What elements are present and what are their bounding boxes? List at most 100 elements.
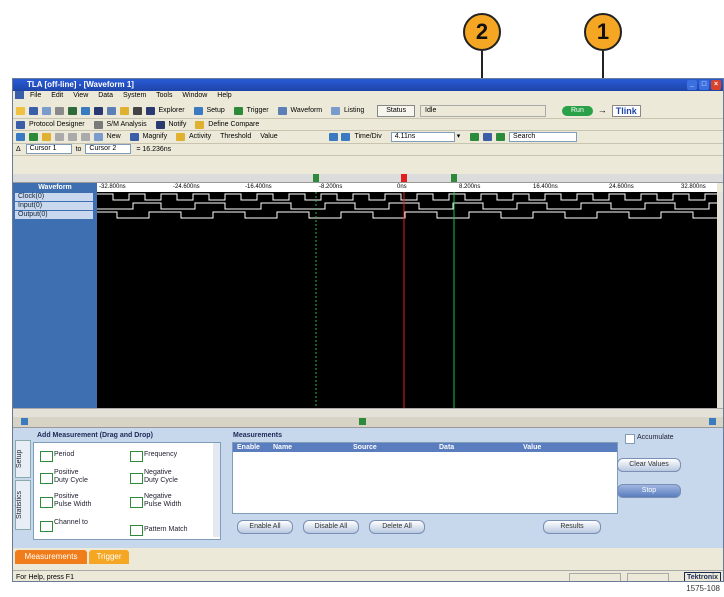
setup-icon[interactable] bbox=[193, 107, 203, 116]
system-icon[interactable] bbox=[41, 107, 51, 116]
copy-icon[interactable] bbox=[67, 132, 77, 141]
trigger-icon[interactable] bbox=[233, 107, 243, 116]
zoom-icon[interactable] bbox=[132, 107, 142, 116]
menu-edit[interactable]: Edit bbox=[51, 92, 63, 99]
activity-button[interactable]: Activity bbox=[189, 131, 211, 142]
waveform-plot[interactable] bbox=[97, 192, 717, 408]
measure-negative-pulse-width[interactable]: Negative Pulse Width bbox=[144, 493, 181, 509]
tab-statistics[interactable]: Statistics bbox=[15, 480, 31, 530]
menu-help[interactable]: Help bbox=[217, 92, 231, 99]
save-icon[interactable] bbox=[28, 107, 38, 116]
cursor-right-marker[interactable] bbox=[709, 418, 716, 425]
threshold-button[interactable]: Threshold bbox=[220, 131, 251, 142]
add-waveform-icon[interactable] bbox=[16, 132, 25, 141]
binoculars-icon[interactable] bbox=[483, 132, 493, 141]
cursor-1-select[interactable]: Cursor 1 bbox=[25, 144, 72, 155]
search-next-icon[interactable] bbox=[496, 132, 506, 141]
cursor-center-marker[interactable] bbox=[359, 418, 366, 425]
listing-icon[interactable] bbox=[331, 107, 341, 116]
explorer-button[interactable]: Explorer bbox=[158, 103, 184, 119]
zoom-out-icon[interactable] bbox=[341, 132, 351, 141]
delete-all-button[interactable]: Delete All bbox=[369, 520, 425, 534]
time-div-dropdown-icon[interactable]: ▾ bbox=[457, 133, 461, 140]
measure-frequency[interactable]: Frequency bbox=[144, 451, 177, 459]
magnify-icon[interactable] bbox=[129, 132, 139, 141]
sm-analysis-button[interactable]: S/M Analysis bbox=[107, 119, 147, 130]
trigger-button[interactable]: Trigger bbox=[247, 103, 269, 119]
menu-data[interactable]: Data bbox=[98, 92, 113, 99]
zoom-in-icon[interactable] bbox=[328, 132, 338, 141]
new-icon[interactable] bbox=[93, 132, 103, 141]
paste-icon[interactable] bbox=[80, 132, 90, 141]
search-prev-icon[interactable] bbox=[470, 132, 480, 141]
stop-button[interactable]: Stop bbox=[617, 484, 681, 498]
search-field[interactable]: Search bbox=[509, 131, 578, 142]
maximize-button[interactable]: □ bbox=[699, 80, 709, 90]
setup-button[interactable]: Setup bbox=[206, 103, 224, 119]
measure-period[interactable]: Period bbox=[54, 451, 74, 459]
signal-clock[interactable]: Clock(0) bbox=[15, 193, 93, 201]
disable-all-button[interactable]: Disable All bbox=[303, 520, 359, 534]
value-button[interactable]: Value bbox=[260, 131, 277, 142]
protocol-icon[interactable] bbox=[16, 120, 25, 129]
trigger-marker[interactable] bbox=[401, 174, 407, 182]
print-icon[interactable] bbox=[54, 107, 64, 116]
accumulate-checkbox[interactable] bbox=[625, 434, 635, 444]
signal-input[interactable]: Input(0) bbox=[15, 202, 93, 210]
cut-icon[interactable] bbox=[54, 132, 64, 141]
measure-positive-pulse-width[interactable]: Positive Pulse Width bbox=[54, 493, 91, 509]
notify-icon[interactable] bbox=[155, 120, 165, 129]
new-button[interactable]: New bbox=[107, 131, 121, 142]
explorer-icon[interactable] bbox=[145, 107, 155, 116]
find-icon[interactable] bbox=[28, 132, 38, 141]
setup-window-icon[interactable] bbox=[67, 107, 77, 116]
cursor-position-bar[interactable] bbox=[13, 417, 723, 428]
waveform-icon[interactable] bbox=[277, 107, 287, 116]
menu-file[interactable]: File bbox=[30, 92, 41, 99]
measure-pattern-match[interactable]: Pattern Match bbox=[144, 526, 188, 534]
cursor-2-marker[interactable] bbox=[451, 174, 457, 182]
measure-channel-to[interactable]: Channel to bbox=[54, 519, 88, 527]
properties-icon[interactable] bbox=[41, 132, 51, 141]
waveform-window-icon[interactable] bbox=[93, 107, 103, 116]
magnify-button[interactable]: Magnify bbox=[143, 131, 168, 142]
minimize-button[interactable]: _ bbox=[687, 80, 697, 90]
define-compare-button[interactable]: Define Compare bbox=[208, 119, 259, 130]
close-button[interactable]: × bbox=[711, 80, 721, 90]
time-div-field[interactable]: 4.11ns bbox=[390, 131, 455, 142]
notify-button[interactable]: Notify bbox=[168, 119, 186, 130]
menu-system[interactable]: System bbox=[123, 92, 146, 99]
tab-measurements[interactable]: Measurements bbox=[15, 550, 87, 564]
trigger-window-icon[interactable] bbox=[80, 107, 90, 116]
compare-icon[interactable] bbox=[195, 120, 205, 129]
measure-negative-duty-cycle[interactable]: Negative Duty Cycle bbox=[144, 469, 178, 485]
waveform-button[interactable]: Waveform bbox=[291, 103, 323, 119]
cursor-left-marker[interactable] bbox=[21, 418, 28, 425]
cursor-1-marker[interactable] bbox=[313, 174, 319, 182]
chart-icon[interactable] bbox=[119, 107, 129, 116]
vertical-scrollbar[interactable] bbox=[717, 192, 723, 408]
tlink-button[interactable]: Tlink bbox=[611, 105, 641, 118]
listing-window-icon[interactable] bbox=[106, 107, 116, 116]
enable-all-button[interactable]: Enable All bbox=[237, 520, 293, 534]
protocol-designer-button[interactable]: Protocol Designer bbox=[29, 119, 85, 130]
tab-trigger[interactable]: Trigger bbox=[89, 550, 129, 564]
menu-tools[interactable]: Tools bbox=[156, 92, 172, 99]
menu-view[interactable]: View bbox=[73, 92, 88, 99]
activity-icon[interactable] bbox=[176, 132, 186, 141]
clear-values-button[interactable]: Clear Values bbox=[617, 458, 681, 472]
sm-analysis-icon[interactable] bbox=[93, 120, 103, 129]
results-button[interactable]: Results bbox=[543, 520, 601, 534]
listing-button[interactable]: Listing bbox=[344, 103, 364, 119]
measure-positive-duty-cycle[interactable]: Positive Duty Cycle bbox=[54, 469, 88, 485]
cursor-ruler[interactable] bbox=[13, 174, 723, 183]
signal-output[interactable]: Output(0) bbox=[15, 211, 93, 219]
time-tick: -32.800ns bbox=[99, 184, 126, 190]
palette-scrollbar[interactable] bbox=[213, 443, 220, 537]
menu-window[interactable]: Window bbox=[182, 92, 207, 99]
new-file-icon[interactable] bbox=[16, 107, 25, 116]
status-button[interactable]: Status bbox=[377, 105, 416, 118]
cursor-2-select[interactable]: Cursor 2 bbox=[85, 144, 132, 155]
run-button[interactable]: Run bbox=[562, 106, 593, 117]
tab-setup[interactable]: Setup bbox=[15, 440, 31, 478]
